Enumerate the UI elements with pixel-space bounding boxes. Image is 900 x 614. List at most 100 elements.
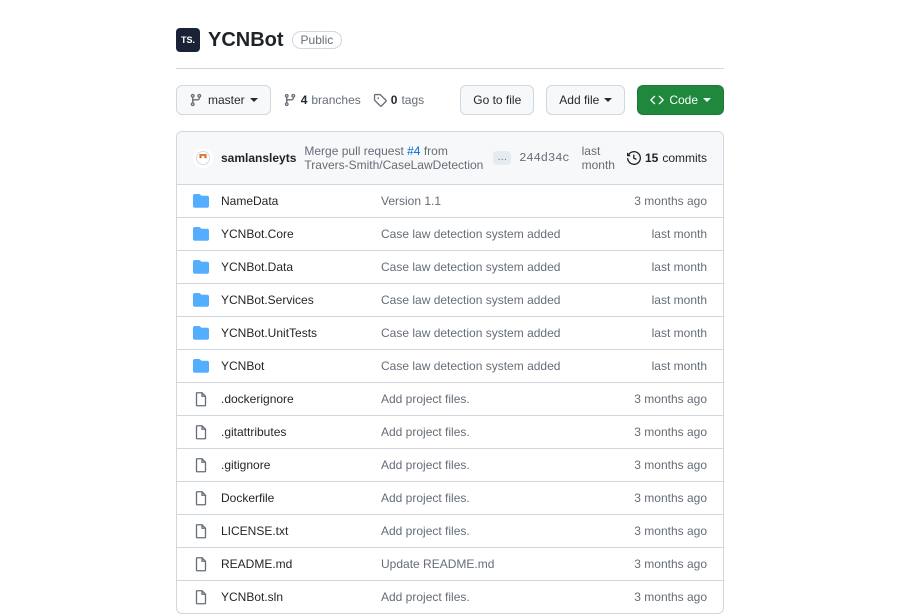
file-row: .gitignoreAdd project files.3 months ago [177, 448, 723, 481]
code-icon [650, 93, 664, 107]
file-age: last month [652, 224, 707, 244]
file-commit-msg[interactable]: Add project files. [381, 521, 634, 541]
file-commit-msg[interactable]: Update README.md [381, 554, 634, 574]
folder-icon [193, 325, 209, 341]
branch-selector-button[interactable]: master [176, 85, 271, 115]
folder-icon [193, 226, 209, 242]
folder-icon [193, 193, 209, 209]
add-file-button[interactable]: Add file [546, 85, 625, 115]
file-row: LICENSE.txtAdd project files.3 months ag… [177, 514, 723, 547]
tags-link[interactable]: 0 tags [373, 93, 424, 107]
file-age: 3 months ago [634, 521, 707, 541]
folder-icon [193, 358, 209, 374]
file-row: .gitattributesAdd project files.3 months… [177, 415, 723, 448]
folder-icon [193, 226, 209, 242]
file-row: YCNBot.DataCase law detection system add… [177, 250, 723, 283]
file-name-link[interactable]: YCNBot.Data [221, 257, 381, 277]
file-icon [193, 457, 209, 473]
file-list-container: samlansleyts Merge pull request #4 from … [176, 131, 724, 614]
file-name-link[interactable]: YCNBot.UnitTests [221, 323, 381, 343]
file-commit-msg[interactable]: Case law detection system added [381, 257, 652, 277]
file-row: .dockerignoreAdd project files.3 months … [177, 382, 723, 415]
file-row: README.mdUpdate README.md3 months ago [177, 547, 723, 580]
file-row: YCNBot.CoreCase law detection system add… [177, 217, 723, 250]
commits-label: commits [662, 151, 707, 165]
add-file-label: Add file [559, 90, 599, 110]
expand-commit-button[interactable]: … [493, 151, 511, 165]
file-name-link[interactable]: LICENSE.txt [221, 521, 381, 541]
history-icon [627, 151, 641, 165]
file-row: YCNBot.ServicesCase law detection system… [177, 283, 723, 316]
branch-name: master [208, 90, 245, 110]
tags-label: tags [401, 93, 424, 107]
org-abbr: TS. [181, 35, 195, 45]
file-name-link[interactable]: NameData [221, 191, 381, 211]
file-name-link[interactable]: .gitattributes [221, 422, 381, 442]
commit-msg-link[interactable]: #4 [407, 144, 420, 158]
file-commit-msg[interactable]: Case law detection system added [381, 224, 652, 244]
avatar[interactable] [193, 148, 213, 168]
actions-row: master 4 branches 0 tags Go to file Add … [176, 85, 724, 115]
file-name-link[interactable]: YCNBot.Services [221, 290, 381, 310]
visibility-badge: Public [292, 31, 343, 49]
code-label: Code [669, 90, 698, 110]
commit-time: last month [582, 144, 615, 172]
folder-icon [193, 358, 209, 374]
chevron-down-icon [250, 98, 258, 102]
branch-icon [189, 93, 203, 107]
file-age: last month [652, 356, 707, 376]
branches-label: branches [311, 93, 360, 107]
folder-icon [193, 259, 209, 275]
file-commit-msg[interactable]: Version 1.1 [381, 191, 634, 211]
file-name-link[interactable]: YCNBot [221, 356, 381, 376]
file-commit-msg[interactable]: Add project files. [381, 455, 634, 475]
branches-link[interactable]: 4 branches [283, 93, 361, 107]
chevron-down-icon [703, 98, 711, 102]
file-name-link[interactable]: Dockerfile [221, 488, 381, 508]
file-icon [193, 589, 209, 605]
repo-name[interactable]: YCNBot [208, 29, 284, 52]
file-commit-msg[interactable]: Case law detection system added [381, 323, 652, 343]
folder-icon [193, 259, 209, 275]
file-icon [193, 391, 209, 407]
commit-sha[interactable]: 244d34c [519, 151, 569, 165]
file-list: NameDataVersion 1.1 3 months ago YCNBot.Co… [177, 185, 723, 613]
file-commit-msg[interactable]: Add project files. [381, 587, 634, 607]
folder-icon [193, 193, 209, 209]
file-icon [193, 490, 209, 506]
file-age: 3 months ago [634, 554, 707, 574]
file-name-link[interactable]: YCNBot.Core [221, 224, 381, 244]
file-age: 3 months ago [634, 455, 707, 475]
commits-count: 15 [645, 151, 658, 165]
file-commit-msg[interactable]: Add project files. [381, 488, 634, 508]
file-commit-msg[interactable]: Add project files. [381, 389, 634, 409]
file-row: DockerfileAdd project files.3 months ago [177, 481, 723, 514]
repo-header: TS. YCNBot Public [176, 28, 724, 52]
file-name-link[interactable]: .gitignore [221, 455, 381, 475]
commits-link[interactable]: 15 commits [627, 151, 707, 165]
file-icon [193, 523, 209, 539]
file-commit-msg[interactable]: Case law detection system added [381, 290, 652, 310]
file-icon [193, 424, 209, 440]
code-button[interactable]: Code [637, 85, 724, 115]
file-row: YCNBotCase law detection system addedlas… [177, 349, 723, 382]
file-icon [193, 556, 209, 572]
go-to-file-button[interactable]: Go to file [460, 85, 534, 115]
branches-count: 4 [301, 93, 308, 107]
commit-message[interactable]: Merge pull request #4 from Travers-Smith… [304, 144, 485, 172]
header-divider [176, 68, 724, 69]
file-name-link[interactable]: README.md [221, 554, 381, 574]
file-age: last month [652, 323, 707, 343]
commit-author[interactable]: samlansleyts [221, 151, 296, 165]
file-name-link[interactable]: .dockerignore [221, 389, 381, 409]
file-commit-msg[interactable]: Case law detection system added [381, 356, 652, 376]
folder-icon [193, 325, 209, 341]
file-icon [193, 490, 209, 506]
file-commit-msg[interactable]: Add project files. [381, 422, 634, 442]
tag-icon [373, 93, 387, 107]
file-icon [193, 424, 209, 440]
folder-icon [193, 292, 209, 308]
org-logo[interactable]: TS. [176, 28, 200, 52]
file-name-link[interactable]: YCNBot.sln [221, 587, 381, 607]
file-icon [193, 457, 209, 473]
